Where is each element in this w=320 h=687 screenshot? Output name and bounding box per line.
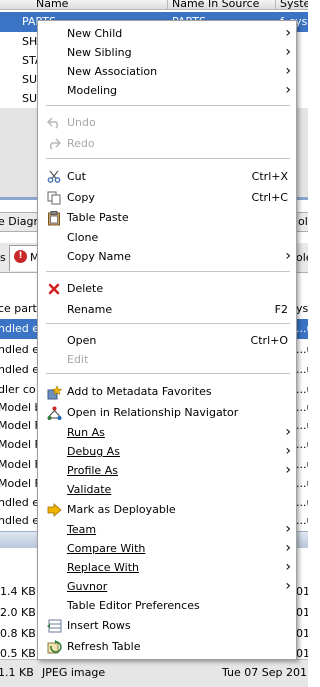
team-label: Team	[67, 523, 97, 536]
menu-separator	[46, 271, 290, 272]
menu-separator	[46, 373, 290, 374]
menu-item-profile-as[interactable]: Profile As ›	[38, 461, 296, 481]
clipboard-icon	[46, 210, 62, 226]
menu-item-new-sibling[interactable]: New Sibling ›	[38, 43, 296, 63]
copy-pages-icon	[46, 190, 62, 206]
red-x-icon	[46, 281, 62, 297]
submenu-arrow-icon: ›	[285, 443, 291, 459]
column-header-system[interactable]: Syste	[280, 0, 308, 10]
profile-as-label: Profile As	[67, 464, 118, 477]
menu-item-add-to-metadata-favorites[interactable]: Add to Metadata Favorites	[38, 382, 296, 402]
menu-item-mark-as-deployable[interactable]: Mark as Deployable	[38, 500, 296, 520]
menu-item-undo[interactable]: Undo	[38, 113, 296, 133]
favorites-star-icon	[46, 384, 62, 400]
submenu-arrow-icon: ›	[285, 82, 291, 98]
menu-item-copy-name[interactable]: Copy Name ›	[38, 247, 296, 267]
file-row-selected[interactable]: 1.1 KB JPEG image Tue 07 Sep 201	[0, 659, 308, 687]
menu-item-debug-as[interactable]: Debug As ›	[38, 442, 296, 462]
submenu-arrow-icon: ›	[285, 462, 291, 478]
menu-item-validate[interactable]: Validate	[38, 480, 296, 500]
menu-item-rename[interactable]: Rename F2	[38, 300, 296, 320]
validate-label: Validate	[67, 483, 112, 496]
relationship-navigator-icon	[46, 405, 62, 421]
submenu-arrow-icon: ›	[285, 559, 291, 575]
replace-with-label: Replace With	[67, 561, 139, 574]
run-as-label: Run As	[67, 426, 105, 439]
menu-separator	[46, 105, 290, 106]
menu-item-redo[interactable]: Redo	[38, 134, 296, 154]
compare-with-label: Compare With	[67, 542, 146, 555]
scissors-icon	[46, 169, 62, 185]
column-header-name[interactable]: Name	[36, 0, 68, 10]
menu-item-compare-with[interactable]: Compare With ›	[38, 539, 296, 559]
submenu-arrow-icon: ›	[285, 578, 291, 594]
menu-item-table-paste[interactable]: Table Paste	[38, 208, 296, 228]
submenu-arrow-icon: ›	[285, 63, 291, 79]
submenu-arrow-icon: ›	[285, 248, 291, 264]
column-header-name-in-source[interactable]: Name In Source	[172, 0, 259, 10]
menu-item-table-editor-preferences[interactable]: Table Editor Preferences	[38, 596, 296, 616]
menu-item-open-relationship-navigator[interactable]: Open in Relationship Navigator	[38, 403, 296, 423]
menu-item-delete[interactable]: Delete	[38, 279, 296, 299]
menu-item-copy[interactable]: Copy Ctrl+C	[38, 188, 296, 208]
submenu-arrow-icon: ›	[285, 521, 291, 537]
submenu-arrow-icon: ›	[285, 540, 291, 556]
table-header: Name Name In Source Syste	[0, 0, 308, 10]
menu-item-new-child[interactable]: New Child ›	[38, 24, 296, 44]
menu-item-clone[interactable]: Clone	[38, 228, 296, 248]
menu-item-team[interactable]: Team ›	[38, 520, 296, 540]
submenu-arrow-icon: ›	[285, 424, 291, 440]
menu-item-modeling[interactable]: Modeling ›	[38, 81, 296, 101]
menu-item-replace-with[interactable]: Replace With ›	[38, 558, 296, 578]
menu-separator	[46, 323, 290, 324]
menu-item-open[interactable]: Open Ctrl+O	[38, 331, 296, 351]
menu-item-cut[interactable]: Cut Ctrl+X	[38, 167, 296, 187]
tab-diagram[interactable]: e Diagr	[0, 215, 38, 228]
context-menu: New Child › New Sibling › New Associatio…	[37, 20, 297, 660]
menu-item-refresh-table[interactable]: Refresh Table	[38, 637, 296, 657]
insert-rows-icon	[46, 618, 62, 634]
undo-arrow-icon	[46, 115, 62, 131]
menu-item-run-as[interactable]: Run As ›	[38, 423, 296, 443]
tab-console[interactable]: ol	[298, 215, 308, 228]
redo-arrow-icon	[46, 136, 62, 152]
guvnor-label: Guvnor	[67, 580, 108, 593]
submenu-arrow-icon: ›	[285, 25, 291, 41]
error-icon: !	[14, 250, 27, 263]
deploy-arrow-icon	[46, 502, 62, 518]
menu-item-edit[interactable]: Edit	[38, 350, 296, 370]
debug-as-label: Debug As	[67, 445, 120, 458]
menu-item-guvnor[interactable]: Guvnor ›	[38, 577, 296, 597]
menu-separator	[46, 158, 290, 159]
menu-item-insert-rows[interactable]: Insert Rows	[38, 616, 296, 636]
menu-item-new-association[interactable]: New Association ›	[38, 62, 296, 82]
submenu-arrow-icon: ›	[285, 44, 291, 60]
refresh-table-icon	[46, 639, 62, 655]
